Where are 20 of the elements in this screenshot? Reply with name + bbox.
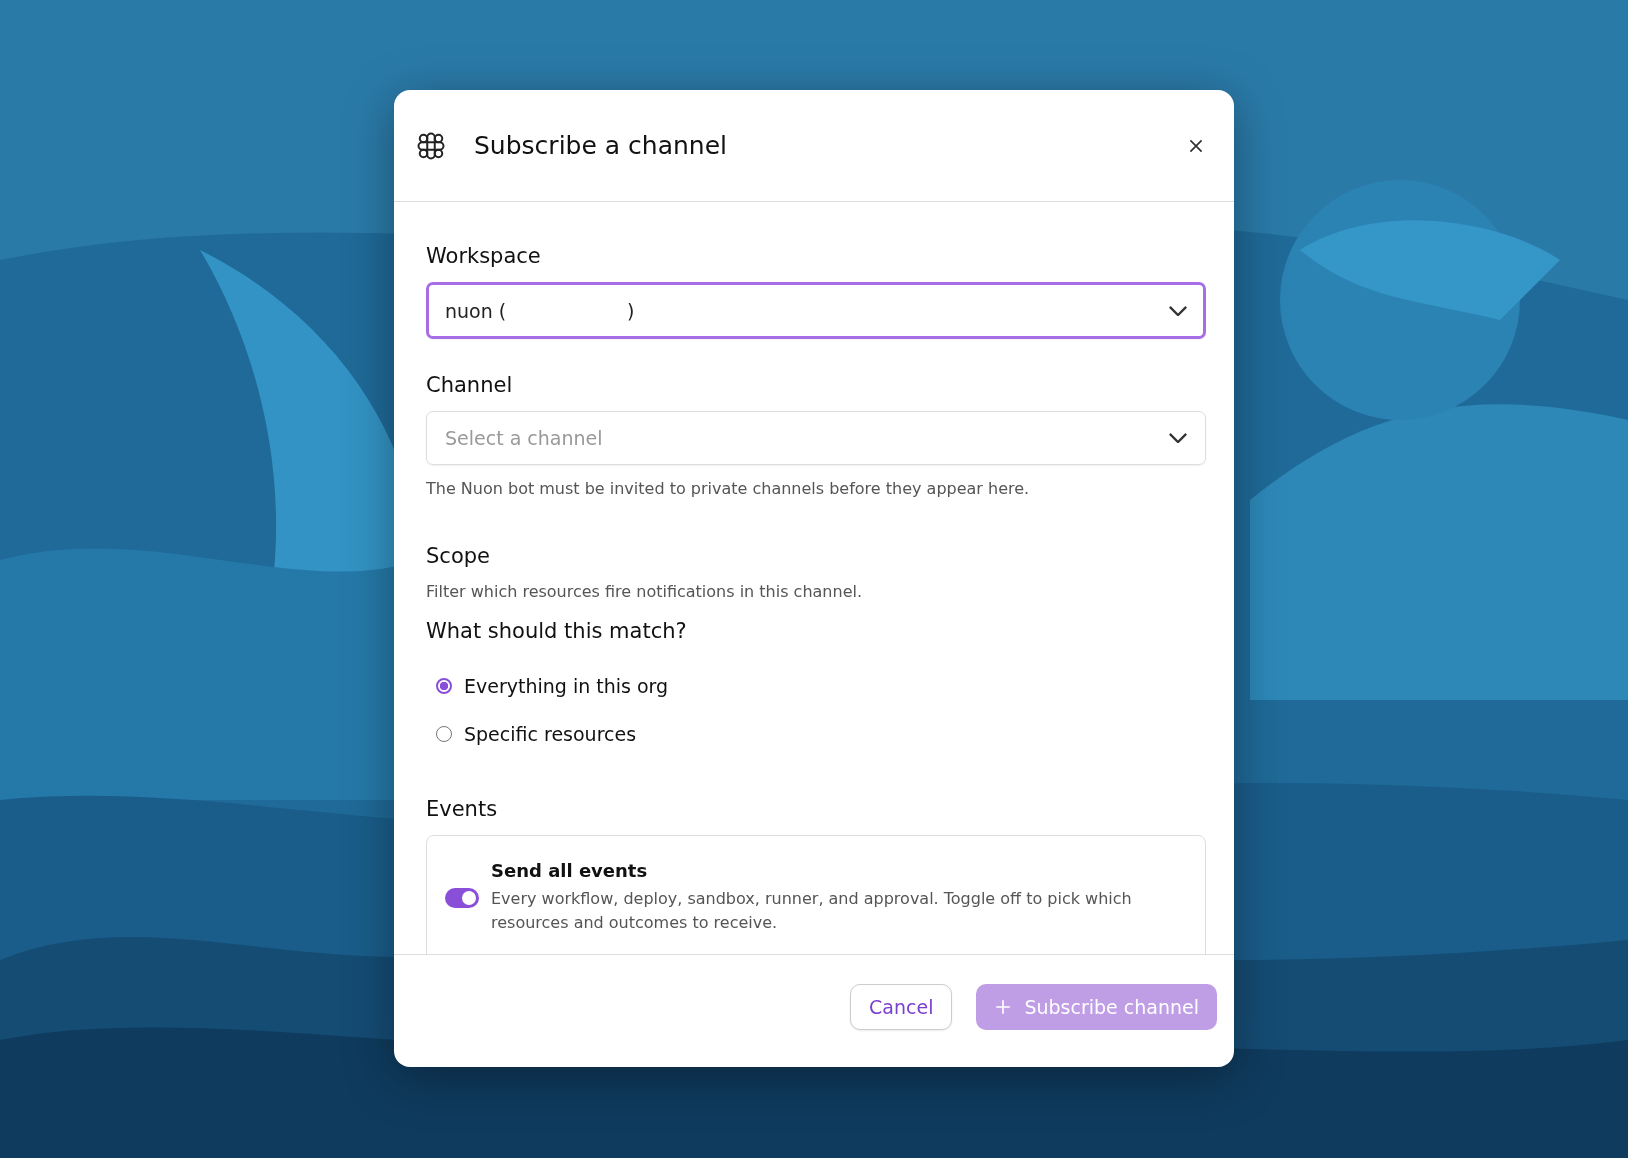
field-label: Channel xyxy=(426,373,514,397)
radio-label[interactable]: Specific resources xyxy=(464,723,637,745)
toggle-switch[interactable] xyxy=(445,887,479,908)
chevron-down-icon xyxy=(1169,305,1187,316)
toggle-description: Every workflow, deploy, sandbox, runner, and approval. Toggle off to pick which resources and outcomes to receive. xyxy=(491,888,1133,934)
plus-icon xyxy=(994,998,1013,1016)
chevron-down-icon xyxy=(1169,433,1187,443)
field-label: Workspace xyxy=(426,244,542,268)
section-description: Filter which resources fire notifications in this channel. xyxy=(426,582,863,601)
section-title: Events xyxy=(426,797,499,821)
section-title: Scope xyxy=(426,544,491,568)
radio-label[interactable]: Everything in this org xyxy=(464,675,669,697)
dialog-title: Subscribe a channel xyxy=(474,131,728,160)
hint-text: The Nuon bot must be invited to private channels before they appear here. xyxy=(426,479,1031,498)
question-text: What should this match? xyxy=(426,619,688,643)
cancel-button[interactable]: Cancel xyxy=(850,984,953,1030)
radio-button[interactable] xyxy=(436,678,452,694)
toggle-label: Send all events xyxy=(491,860,649,881)
hash-icon xyxy=(416,130,446,161)
workspace-dropdown[interactable]: nuon ( ) xyxy=(426,282,1206,339)
